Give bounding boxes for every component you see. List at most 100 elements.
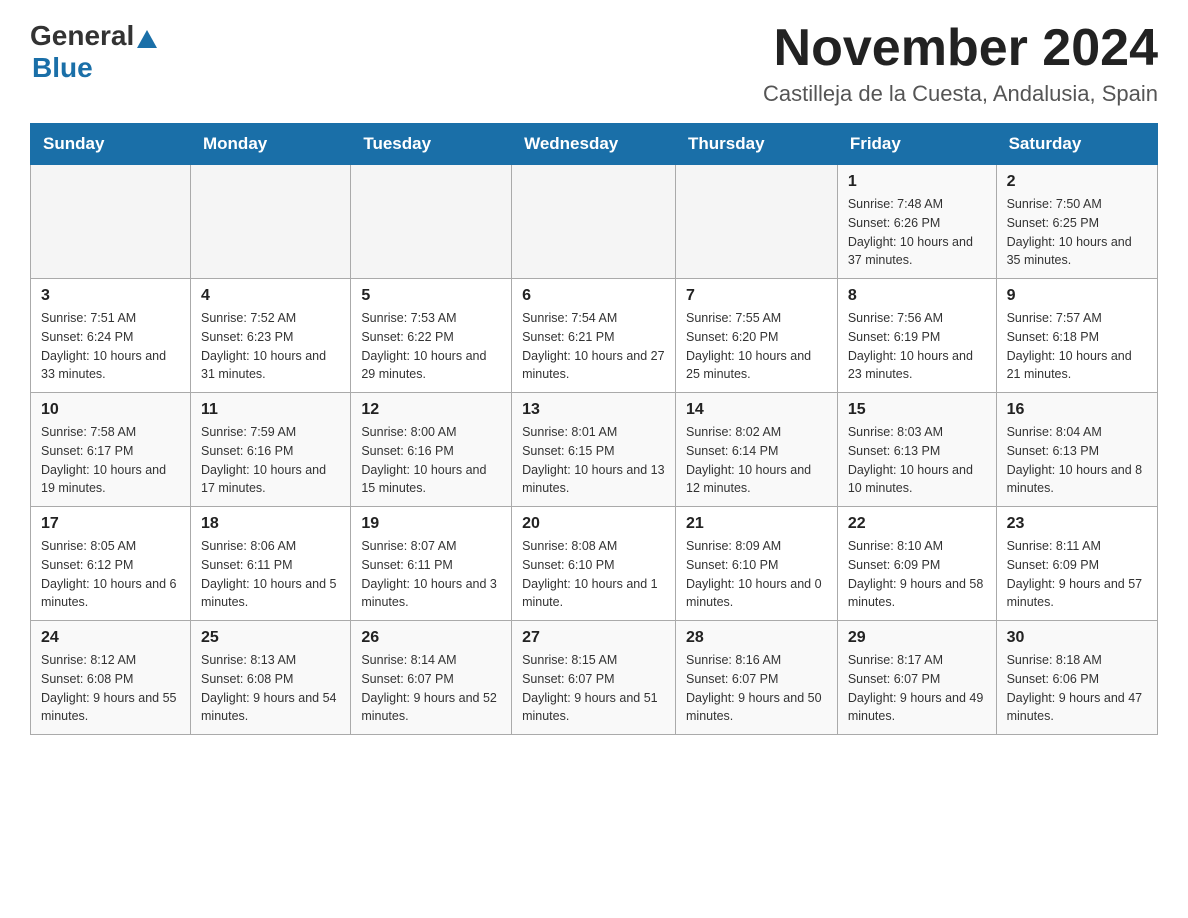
day-info: Sunrise: 7:53 AM Sunset: 6:22 PM Dayligh… [361, 309, 501, 384]
day-number: 12 [361, 401, 501, 419]
page-header: General Blue November 2024 Castilleja de… [30, 20, 1158, 107]
calendar-cell: 19 Sunrise: 8:07 AM Sunset: 6:11 PM Dayli… [351, 507, 512, 621]
calendar-cell: 29 Sunrise: 8:17 AM Sunset: 6:07 PM Dayli… [837, 621, 996, 735]
day-number: 9 [1007, 287, 1147, 305]
day-info: Sunrise: 8:02 AM Sunset: 6:14 PM Dayligh… [686, 423, 827, 498]
calendar-header-monday: Monday [191, 124, 351, 165]
day-info: Sunrise: 8:17 AM Sunset: 6:07 PM Dayligh… [848, 651, 986, 726]
calendar-cell [512, 165, 676, 279]
calendar-cell: 17 Sunrise: 8:05 AM Sunset: 6:12 PM Dayli… [31, 507, 191, 621]
calendar-cell: 27 Sunrise: 8:15 AM Sunset: 6:07 PM Dayli… [512, 621, 676, 735]
calendar-cell: 14Sunrise: 8:02 AM Sunset: 6:14 PM Dayli… [676, 393, 838, 507]
day-number: 6 [522, 287, 665, 305]
calendar-cell: 2 Sunrise: 7:50 AM Sunset: 6:25 PM Daylig… [996, 165, 1157, 279]
day-info: Sunrise: 8:12 AM Sunset: 6:08 PM Dayligh… [41, 651, 180, 726]
day-info: Sunrise: 7:52 AM Sunset: 6:23 PM Dayligh… [201, 309, 340, 384]
day-number: 19 [361, 515, 501, 533]
day-info: Sunrise: 8:08 AM Sunset: 6:10 PM Dayligh… [522, 537, 665, 612]
calendar-cell: 24 Sunrise: 8:12 AM Sunset: 6:08 PM Dayli… [31, 621, 191, 735]
calendar-cell: 25Sunrise: 8:13 AM Sunset: 6:08 PM Dayli… [191, 621, 351, 735]
day-number: 21 [686, 515, 827, 533]
day-info: Sunrise: 7:58 AM Sunset: 6:17 PM Dayligh… [41, 423, 180, 498]
calendar-cell: 30 Sunrise: 8:18 AM Sunset: 6:06 PM Dayli… [996, 621, 1157, 735]
day-info: Sunrise: 7:59 AM Sunset: 6:16 PM Dayligh… [201, 423, 340, 498]
day-number: 29 [848, 629, 986, 647]
day-number: 2 [1007, 173, 1147, 191]
day-info: Sunrise: 8:13 AM Sunset: 6:08 PM Dayligh… [201, 651, 340, 726]
calendar-cell: 11 Sunrise: 7:59 AM Sunset: 6:16 PM Dayli… [191, 393, 351, 507]
calendar-cell: 7 Sunrise: 7:55 AM Sunset: 6:20 PM Daylig… [676, 279, 838, 393]
calendar-header-tuesday: Tuesday [351, 124, 512, 165]
day-info: Sunrise: 8:10 AM Sunset: 6:09 PM Dayligh… [848, 537, 986, 612]
day-number: 22 [848, 515, 986, 533]
day-number: 27 [522, 629, 665, 647]
day-info: Sunrise: 8:06 AM Sunset: 6:11 PM Dayligh… [201, 537, 340, 612]
day-info: Sunrise: 8:07 AM Sunset: 6:11 PM Dayligh… [361, 537, 501, 612]
day-number: 4 [201, 287, 340, 305]
calendar-cell: 8Sunrise: 7:56 AM Sunset: 6:19 PM Daylig… [837, 279, 996, 393]
day-info: Sunrise: 8:03 AM Sunset: 6:13 PM Dayligh… [848, 423, 986, 498]
day-info: Sunrise: 8:16 AM Sunset: 6:07 PM Dayligh… [686, 651, 827, 726]
calendar-cell: 9Sunrise: 7:57 AM Sunset: 6:18 PM Daylig… [996, 279, 1157, 393]
calendar-cell: 10 Sunrise: 7:58 AM Sunset: 6:17 PM Dayli… [31, 393, 191, 507]
day-number: 16 [1007, 401, 1147, 419]
day-info: Sunrise: 7:50 AM Sunset: 6:25 PM Dayligh… [1007, 195, 1147, 270]
calendar-cell: 23Sunrise: 8:11 AM Sunset: 6:09 PM Dayli… [996, 507, 1157, 621]
calendar-cell: 5 Sunrise: 7:53 AM Sunset: 6:22 PM Daylig… [351, 279, 512, 393]
day-info: Sunrise: 7:51 AM Sunset: 6:24 PM Dayligh… [41, 309, 180, 384]
day-info: Sunrise: 8:14 AM Sunset: 6:07 PM Dayligh… [361, 651, 501, 726]
location-title: Castilleja de la Cuesta, Andalusia, Spai… [763, 81, 1158, 107]
calendar-cell [676, 165, 838, 279]
calendar-header-friday: Friday [837, 124, 996, 165]
day-number: 7 [686, 287, 827, 305]
day-info: Sunrise: 7:54 AM Sunset: 6:21 PM Dayligh… [522, 309, 665, 384]
day-info: Sunrise: 8:09 AM Sunset: 6:10 PM Dayligh… [686, 537, 827, 612]
title-section: November 2024 Castilleja de la Cuesta, A… [763, 20, 1158, 107]
day-info: Sunrise: 8:00 AM Sunset: 6:16 PM Dayligh… [361, 423, 501, 498]
logo-general-text: General [30, 20, 134, 52]
day-number: 10 [41, 401, 180, 419]
day-info: Sunrise: 7:56 AM Sunset: 6:19 PM Dayligh… [848, 309, 986, 384]
day-info: Sunrise: 8:04 AM Sunset: 6:13 PM Dayligh… [1007, 423, 1147, 498]
calendar-cell: 22 Sunrise: 8:10 AM Sunset: 6:09 PM Dayli… [837, 507, 996, 621]
day-number: 26 [361, 629, 501, 647]
calendar-cell: 20 Sunrise: 8:08 AM Sunset: 6:10 PM Dayli… [512, 507, 676, 621]
calendar-cell [351, 165, 512, 279]
calendar-week-row: 1 Sunrise: 7:48 AM Sunset: 6:26 PM Daylig… [31, 165, 1158, 279]
day-number: 24 [41, 629, 180, 647]
calendar-cell: 15 Sunrise: 8:03 AM Sunset: 6:13 PM Dayli… [837, 393, 996, 507]
calendar-cell: 4 Sunrise: 7:52 AM Sunset: 6:23 PM Daylig… [191, 279, 351, 393]
day-info: Sunrise: 7:55 AM Sunset: 6:20 PM Dayligh… [686, 309, 827, 384]
calendar-cell: 1 Sunrise: 7:48 AM Sunset: 6:26 PM Daylig… [837, 165, 996, 279]
calendar-cell: 6 Sunrise: 7:54 AM Sunset: 6:21 PM Daylig… [512, 279, 676, 393]
logo: General Blue [30, 20, 157, 84]
calendar-week-row: 17 Sunrise: 8:05 AM Sunset: 6:12 PM Dayli… [31, 507, 1158, 621]
day-info: Sunrise: 8:01 AM Sunset: 6:15 PM Dayligh… [522, 423, 665, 498]
logo-triangle-icon [137, 30, 157, 48]
day-number: 15 [848, 401, 986, 419]
day-info: Sunrise: 8:15 AM Sunset: 6:07 PM Dayligh… [522, 651, 665, 726]
day-info: Sunrise: 8:18 AM Sunset: 6:06 PM Dayligh… [1007, 651, 1147, 726]
calendar-cell: 21 Sunrise: 8:09 AM Sunset: 6:10 PM Dayli… [676, 507, 838, 621]
day-info: Sunrise: 8:11 AM Sunset: 6:09 PM Dayligh… [1007, 537, 1147, 612]
day-number: 1 [848, 173, 986, 191]
calendar-cell [191, 165, 351, 279]
calendar-table: SundayMondayTuesdayWednesdayThursdayFrid… [30, 123, 1158, 735]
day-number: 5 [361, 287, 501, 305]
calendar-cell: 26 Sunrise: 8:14 AM Sunset: 6:07 PM Dayli… [351, 621, 512, 735]
calendar-cell: 12 Sunrise: 8:00 AM Sunset: 6:16 PM Dayli… [351, 393, 512, 507]
calendar-week-row: 24 Sunrise: 8:12 AM Sunset: 6:08 PM Dayli… [31, 621, 1158, 735]
calendar-cell: 18Sunrise: 8:06 AM Sunset: 6:11 PM Dayli… [191, 507, 351, 621]
day-info: Sunrise: 7:48 AM Sunset: 6:26 PM Dayligh… [848, 195, 986, 270]
calendar-header-row: SundayMondayTuesdayWednesdayThursdayFrid… [31, 124, 1158, 165]
day-info: Sunrise: 8:05 AM Sunset: 6:12 PM Dayligh… [41, 537, 180, 612]
day-number: 28 [686, 629, 827, 647]
day-number: 11 [201, 401, 340, 419]
day-number: 20 [522, 515, 665, 533]
day-number: 30 [1007, 629, 1147, 647]
calendar-cell: 13 Sunrise: 8:01 AM Sunset: 6:15 PM Dayli… [512, 393, 676, 507]
calendar-header-sunday: Sunday [31, 124, 191, 165]
day-number: 13 [522, 401, 665, 419]
day-number: 17 [41, 515, 180, 533]
calendar-cell: 3Sunrise: 7:51 AM Sunset: 6:24 PM Daylig… [31, 279, 191, 393]
